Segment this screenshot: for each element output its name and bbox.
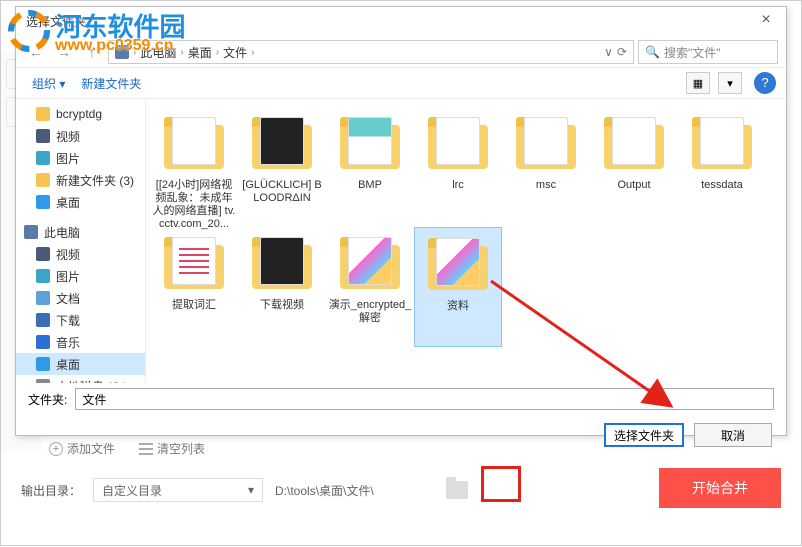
- tree-item: 音乐: [16, 331, 145, 353]
- file-pane[interactable]: [[24小时]网络视频乱象：未成年人的网络直播] tv.cctv.com_20.…: [146, 99, 786, 383]
- folder-picker-dialog: 选择文件夹 × ← → ↑ › 此电脑 › 桌面 › 文件 › ∨ ⟳ 🔍 搜索…: [15, 6, 787, 436]
- dialog-titlebar: 选择文件夹 ×: [16, 7, 786, 37]
- folder-item[interactable]: 下载视频: [238, 227, 326, 347]
- tree-item: 视频: [16, 125, 145, 147]
- folder-item[interactable]: Output: [590, 107, 678, 227]
- output-path: D:\tools\桌面\文件\: [275, 482, 374, 499]
- close-icon[interactable]: ×: [752, 9, 780, 33]
- tree-item: 下载: [16, 309, 145, 331]
- folder-name-input[interactable]: [75, 388, 774, 410]
- organize-button[interactable]: 组织 ▾: [26, 73, 71, 94]
- folder-item[interactable]: [[24小时]网络视频乱象：未成年人的网络直播] tv.cctv.com_20.…: [150, 107, 238, 227]
- tree-item: bcryptdg: [16, 103, 145, 125]
- folder-item[interactable]: 提取词汇: [150, 227, 238, 347]
- tree-this-pc: 此电脑: [16, 221, 145, 243]
- search-icon: 🔍: [645, 45, 660, 59]
- tree-item: 桌面: [16, 191, 145, 213]
- folder-label: 文件夹:: [28, 391, 67, 408]
- tree-item: 图片: [16, 265, 145, 287]
- folder-item[interactable]: BMP: [326, 107, 414, 227]
- search-placeholder: 搜索"文件": [664, 44, 721, 61]
- pc-icon: [115, 45, 129, 59]
- cancel-button[interactable]: 取消: [694, 423, 772, 447]
- red-highlight-box: [481, 466, 521, 502]
- search-input[interactable]: 🔍 搜索"文件": [638, 40, 778, 64]
- folder-item[interactable]: lrc: [414, 107, 502, 227]
- help-icon[interactable]: ?: [754, 72, 776, 94]
- view-dropdown[interactable]: ▾: [718, 72, 742, 94]
- start-merge-button[interactable]: 开始合并: [659, 468, 781, 508]
- tree-item: 视频: [16, 243, 145, 265]
- chevron-down-icon[interactable]: ∨: [604, 45, 613, 59]
- breadcrumb-bar[interactable]: › 此电脑 › 桌面 › 文件 › ∨ ⟳: [108, 40, 634, 64]
- dialog-footer: 选择文件夹 取消: [16, 415, 786, 455]
- folder-item[interactable]: tessdata: [678, 107, 766, 227]
- nav-tree: bcryptdg 视频 图片 新建文件夹 (3) 桌面 此电脑 视频 图片 文档…: [16, 99, 146, 383]
- nav-forward-button[interactable]: →: [52, 40, 76, 64]
- output-label: 输出目录：: [21, 482, 81, 499]
- view-button[interactable]: ▦: [686, 72, 710, 94]
- output-mode-value: 自定义目录: [102, 482, 162, 499]
- tree-item: 图片: [16, 147, 145, 169]
- new-folder-button[interactable]: 新建文件夹: [75, 73, 147, 94]
- tree-item: 新建文件夹 (3): [16, 169, 145, 191]
- output-folder-icon[interactable]: [446, 481, 468, 499]
- toolbar: 组织 ▾ 新建文件夹 ▦ ▾ ?: [16, 67, 786, 99]
- nav-up-button[interactable]: ↑: [80, 40, 104, 64]
- folder-item[interactable]: msc: [502, 107, 590, 227]
- nav-back-button[interactable]: ←: [24, 40, 48, 64]
- dialog-body: bcryptdg 视频 图片 新建文件夹 (3) 桌面 此电脑 视频 图片 文档…: [16, 99, 786, 383]
- tree-item: 本地磁盘 (C:): [16, 375, 145, 383]
- folder-item[interactable]: [GLÜCKLICH] BLOODRΔIN: [238, 107, 326, 227]
- dropdown-icon: ▾: [248, 483, 254, 497]
- output-row: 输出目录： 自定义目录 ▾ D:\tools\桌面\文件\ 开始合并: [21, 476, 781, 504]
- crumb-3[interactable]: 文件: [223, 44, 247, 61]
- refresh-icon[interactable]: ⟳: [617, 45, 627, 59]
- tree-item-desktop: 桌面: [16, 353, 145, 375]
- dialog-title: 选择文件夹: [26, 15, 86, 29]
- select-folder-button[interactable]: 选择文件夹: [604, 423, 684, 447]
- tree-item: 文档: [16, 287, 145, 309]
- folder-name-row: 文件夹:: [16, 383, 786, 415]
- output-mode-select[interactable]: 自定义目录 ▾: [93, 478, 263, 502]
- folder-item-selected[interactable]: 资料: [414, 227, 502, 347]
- folder-item[interactable]: 演示_encrypted_解密: [326, 227, 414, 347]
- address-row: ← → ↑ › 此电脑 › 桌面 › 文件 › ∨ ⟳ 🔍 搜索"文件": [16, 37, 786, 67]
- crumb-2[interactable]: 桌面: [188, 44, 212, 61]
- crumb-1[interactable]: 此电脑: [140, 44, 176, 61]
